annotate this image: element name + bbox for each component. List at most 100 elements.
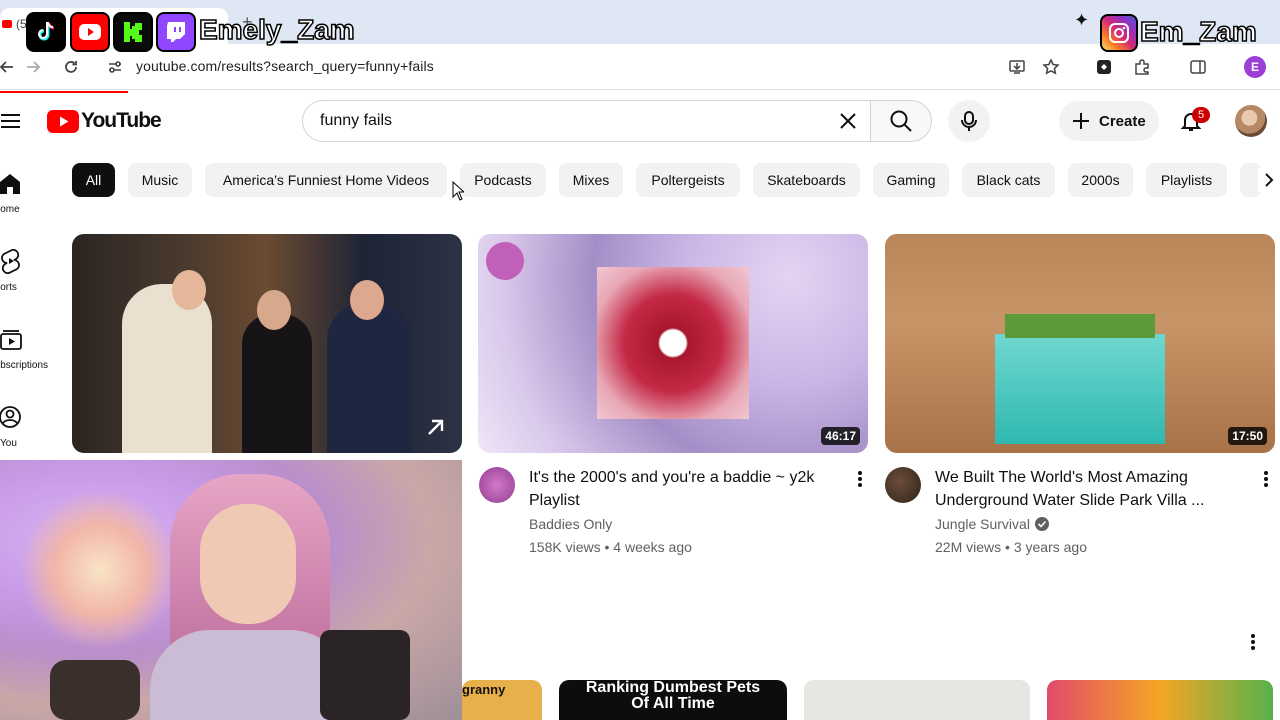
site-info-icon[interactable] xyxy=(104,56,126,78)
external-arrow-icon[interactable] xyxy=(424,415,448,439)
chips-next-chevron-icon[interactable] xyxy=(1258,168,1280,192)
reload-icon[interactable] xyxy=(60,56,82,78)
channel-watermark-badge xyxy=(486,242,524,280)
install-app-icon[interactable] xyxy=(1006,56,1028,78)
video-channel-2[interactable]: Baddies Only xyxy=(529,516,612,532)
you-icon xyxy=(0,406,21,428)
chip-skateboards[interactable]: Skateboards xyxy=(753,163,860,197)
plus-icon xyxy=(1073,113,1089,129)
water-pool xyxy=(995,334,1165,444)
side-panel-icon[interactable] xyxy=(1187,56,1209,78)
search-icon xyxy=(890,110,912,132)
person-center xyxy=(242,314,312,453)
extension-dark-icon[interactable] xyxy=(1093,56,1115,78)
video-stats-2: 158K views • 4 weeks ago xyxy=(529,539,692,555)
forward-icon[interactable] xyxy=(22,56,44,78)
guide-home-label: Home xyxy=(0,204,20,215)
video-duration-2: 46:17 xyxy=(821,427,860,445)
verified-icon xyxy=(1034,517,1049,531)
shelf-thumbnail-1[interactable]: granny xyxy=(462,680,542,720)
video-stats-3: 22M views • 3 years ago xyxy=(935,539,1087,555)
channel-avatar-2[interactable] xyxy=(479,467,515,503)
meta-dot: • xyxy=(604,539,614,555)
twitch-icon xyxy=(156,12,196,52)
url-text[interactable]: youtube.com/results?search_query=funny+f… xyxy=(136,58,434,74)
video-thumbnail-1[interactable] xyxy=(72,234,462,453)
video-thumbnail-3[interactable]: 17:50 xyxy=(885,234,1275,453)
person-right-head xyxy=(350,280,384,320)
youtube-logo[interactable]: YouTube xyxy=(47,108,162,134)
streamer-webcam-overlay xyxy=(0,460,462,720)
chip-americas-funniest-home-videos[interactable]: America's Funniest Home Videos xyxy=(205,163,447,197)
person-left-head xyxy=(172,270,206,310)
grass-strip xyxy=(1005,314,1155,338)
subscriptions-icon xyxy=(0,330,22,350)
mouse-cursor xyxy=(452,180,466,206)
search-button[interactable] xyxy=(870,100,932,142)
chip-gaming[interactable]: Gaming xyxy=(873,163,949,197)
gemini-sparkle-icon[interactable]: ✦ xyxy=(1074,10,1089,31)
youtube-icon xyxy=(70,12,110,52)
video-age-3: 3 years ago xyxy=(1013,539,1087,555)
create-button[interactable]: Create xyxy=(1059,101,1159,141)
chip-all[interactable]: All xyxy=(72,163,115,197)
shelf-more-actions-icon[interactable] xyxy=(1241,630,1265,654)
more-actions-icon[interactable] xyxy=(848,467,872,491)
back-icon[interactable] xyxy=(0,56,18,78)
video-thumbnail-2[interactable]: 46:17 xyxy=(478,234,868,453)
home-icon xyxy=(0,174,20,194)
account-avatar[interactable] xyxy=(1235,105,1267,137)
video-age-2: 4 weeks ago xyxy=(613,539,692,555)
microphone-icon xyxy=(961,111,977,131)
shelf-thumbnail-3[interactable] xyxy=(804,680,1030,720)
clear-search-icon[interactable] xyxy=(836,109,860,133)
kick-icon xyxy=(113,12,153,52)
video-duration-3: 17:50 xyxy=(1228,427,1267,445)
shelf-thumbnail-2[interactable]: Ranking Dumbest Pets Of All Time xyxy=(559,680,787,720)
video-channel-3-name: Jungle Survival xyxy=(935,516,1030,532)
chip-black-cats[interactable]: Black cats xyxy=(962,163,1055,197)
video-title-2[interactable]: It's the 2000's and you're a baddie ~ y2… xyxy=(529,466,829,512)
chip-podcasts[interactable]: Podcasts xyxy=(460,163,546,197)
overlay-username-right: Em_Zam xyxy=(1139,15,1257,48)
tiktok-icon xyxy=(26,12,66,52)
overlay-username-left: Emely_Zam xyxy=(198,13,355,46)
guide-subscriptions-label: Subscriptions xyxy=(0,360,49,371)
ring-light-glow xyxy=(20,490,180,650)
notification-count-badge: 5 xyxy=(1192,107,1210,123)
person-left xyxy=(122,284,212,453)
channel-avatar-3[interactable] xyxy=(885,467,921,503)
chip-mixes[interactable]: Mixes xyxy=(559,163,623,197)
bookmark-star-icon[interactable] xyxy=(1040,56,1062,78)
shorts-icon xyxy=(1,248,20,274)
extensions-puzzle-icon[interactable] xyxy=(1131,56,1153,78)
youtube-logo-icon xyxy=(47,109,79,133)
background-bag xyxy=(50,660,140,720)
video-title-3[interactable]: We Built The World's Most Amazing Underg… xyxy=(935,466,1235,512)
video-views-3: 22M views xyxy=(935,539,1002,555)
youtube-logo-text: YouTube xyxy=(81,109,162,132)
voice-search-button[interactable] xyxy=(948,100,990,142)
hamburger-menu-icon[interactable] xyxy=(0,110,22,132)
video-views-2: 158K views xyxy=(529,539,601,555)
more-actions-icon[interactable] xyxy=(1254,467,1278,491)
search-query-text: funny fails xyxy=(320,112,393,129)
create-button-label: Create xyxy=(1099,112,1146,130)
guide-shorts-label: Shorts xyxy=(0,282,17,293)
chip-music[interactable]: Music xyxy=(128,163,192,197)
search-input[interactable]: funny fails xyxy=(302,100,872,142)
background-chair xyxy=(320,630,410,720)
browser-profile-avatar[interactable]: E xyxy=(1244,56,1266,78)
chip-poltergeists[interactable]: Poltergeists xyxy=(636,163,740,197)
chip-playlists[interactable]: Playlists xyxy=(1146,163,1227,197)
chip-2000s[interactable]: 2000s xyxy=(1068,163,1133,197)
streamer-face xyxy=(200,504,296,624)
shelf-thumbnail-4[interactable] xyxy=(1047,680,1273,720)
shelf-thumb-text-1: granny xyxy=(462,682,506,697)
guide-you-label: You xyxy=(0,438,17,449)
shelf-thumb-text-2: Ranking Dumbest Pets Of All Time xyxy=(585,680,761,712)
lips-artwork xyxy=(597,267,749,419)
video-channel-3[interactable]: Jungle Survival xyxy=(935,516,1049,532)
instagram-icon xyxy=(1100,14,1138,52)
person-center-head xyxy=(257,290,291,330)
